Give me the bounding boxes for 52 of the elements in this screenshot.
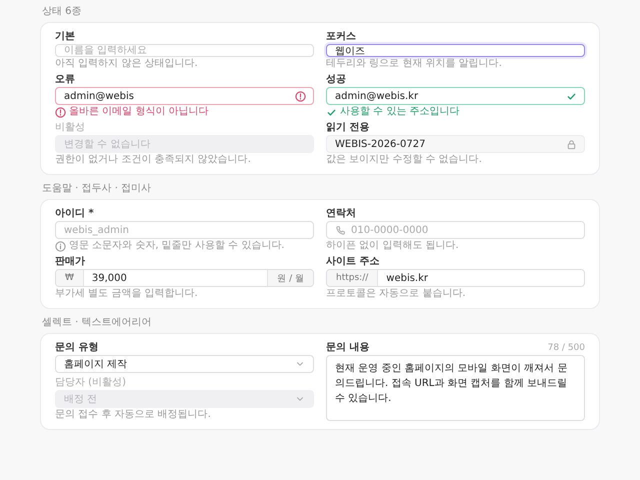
helper-text: 사용할 수 있는 주소입니다 (340, 106, 460, 118)
helper-text: 값은 보이지만 수정할 수 없습니다. (326, 154, 482, 166)
select-field[interactable]: 홈페이지 제작 (55, 355, 314, 373)
character-counter: 78 / 500 (548, 343, 585, 353)
field-label: 사이트 주소 (326, 256, 380, 268)
field-label: 연락처 (326, 208, 356, 220)
text-input[interactable]: 010-0000-0000 (346, 222, 584, 238)
helper-text: 영문 소문자와 숫자, 밑줄만 사용할 수 있습니다. (69, 240, 284, 252)
field-label: 담당자 (비활성) (55, 377, 126, 389)
field-label: 문의 내용 (326, 342, 370, 354)
field-label: 기본 (55, 31, 75, 43)
input-field[interactable]: 이름을 입력하세요 (55, 44, 314, 57)
helper-text: 권한이 없거나 조건이 충족되지 않았습니다. (55, 154, 251, 166)
alert-circle-icon (295, 90, 306, 102)
text-input[interactable]: admin@webis.kr (327, 88, 566, 104)
check-icon (566, 90, 577, 102)
field-label: 성공 (326, 74, 346, 86)
helper-text: 하이픈 없이 입력해도 됩니다. (326, 240, 459, 252)
helper-text: 아직 입력하지 않은 상태입니다. (55, 58, 198, 70)
text-input[interactable]: webis.kr (378, 270, 584, 286)
text-input[interactable]: 39,000 (84, 270, 268, 286)
phone-icon (335, 224, 346, 236)
input-field[interactable]: 웹이즈 (326, 44, 585, 57)
field-label: 판매가 (55, 256, 85, 268)
input-group[interactable]: WEBIS-2026-0727 (326, 135, 585, 153)
text-area[interactable]: 현재 운영 중인 홈페이지의 모바일 화면이 깨져서 문의드립니다. 접속 URL과 화면 캡처를 함께 보내드릴 수 있습니다. (326, 355, 585, 421)
input-group[interactable]: 010-0000-0000 (326, 221, 585, 239)
helper-text: 문의 접수 후 자동으로 배정됩니다. (55, 409, 211, 421)
field-label: 오류 (55, 74, 75, 86)
field-label: 문의 유형 (55, 342, 98, 354)
input-field[interactable]: webis_admin (55, 221, 314, 239)
helper-text: 테두리와 링으로 현재 위치를 알립니다. (326, 58, 502, 70)
section-title: 도움말 · 접두사 · 접미사 (42, 183, 152, 195)
input-group[interactable]: https:// webis.kr (326, 269, 585, 287)
input-group[interactable]: admin@webis.kr (326, 87, 585, 105)
prefix-label: https:// (327, 270, 378, 286)
section-title: 상태 6종 (42, 6, 83, 18)
field-label: 비활성 (55, 122, 85, 134)
field-label: 포커스 (326, 31, 356, 43)
text-input[interactable]: WEBIS-2026-0727 (327, 136, 566, 152)
helper-text: 부가세 별도 금액을 입력합니다. (55, 288, 198, 300)
section-title: 셀렉트 · 텍스트에어리어 (42, 317, 153, 329)
field-label: 읽기 전용 (326, 122, 370, 134)
helper-text: 올바른 이메일 형식이 아닙니다 (69, 106, 209, 118)
input-group[interactable]: ₩ 39,000 원 / 월 (55, 269, 314, 287)
input-group[interactable]: admin@webis (55, 87, 314, 105)
helper-text: 프로토콜은 자동으로 붙습니다. (326, 288, 466, 300)
suffix-label: 원 / 월 (267, 270, 313, 286)
lock-icon (566, 138, 577, 150)
prefix-label: ₩ (56, 270, 84, 286)
text-input[interactable]: admin@webis (56, 88, 295, 104)
field-label: 아이디 * (55, 208, 94, 220)
